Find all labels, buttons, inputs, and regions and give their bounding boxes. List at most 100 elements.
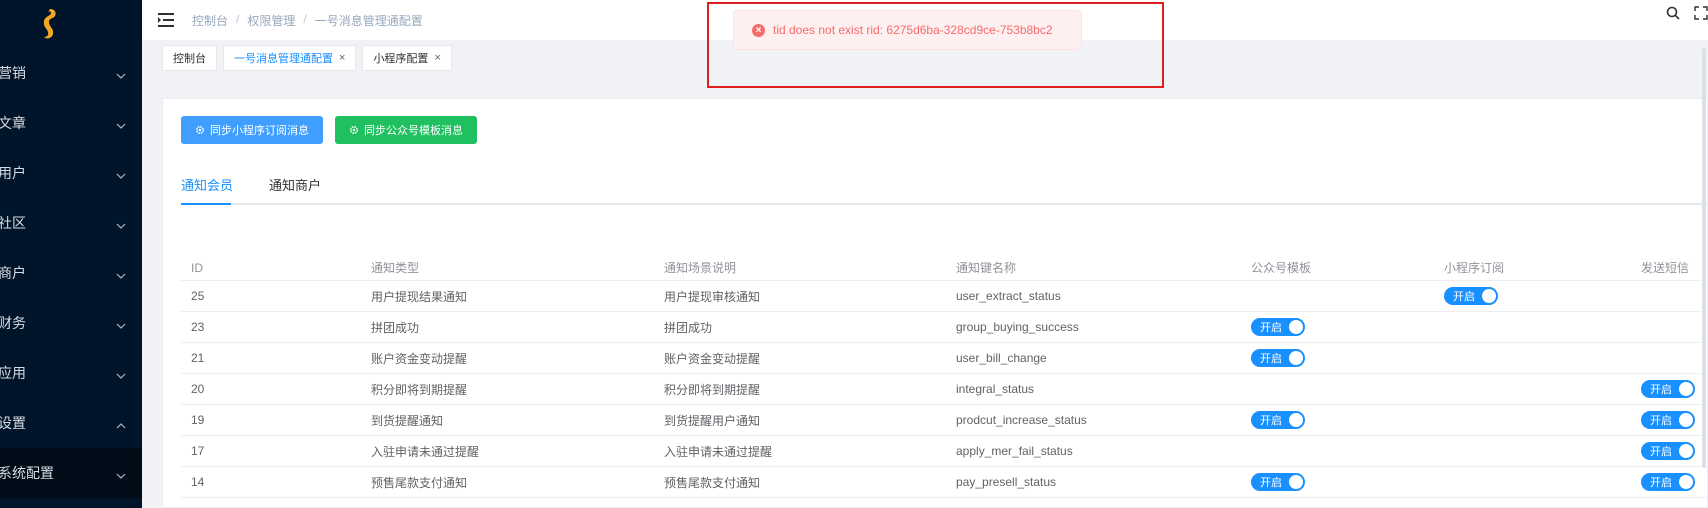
chevron-down-icon	[116, 318, 126, 329]
official-template-toggle[interactable]: 开启	[1251, 318, 1305, 336]
sidebar-item-marketing[interactable]: 营销	[0, 48, 142, 98]
sidebar-item-community[interactable]: 社区	[0, 198, 142, 248]
table-cell: 拼团成功	[371, 320, 420, 335]
table-row: 20 积分即将到期提醒 积分即将到期提醒 integral_status 开启	[181, 374, 1707, 405]
toggle-label: 开启	[1260, 415, 1282, 427]
button-label: 同步公众号模板消息	[364, 125, 463, 137]
table-cell: 开启	[1631, 411, 1707, 429]
table-cell: apply_mer_fail_status	[956, 444, 1073, 458]
table-row: 17 入驻申请未通过提醒 入驻申请未通过提醒 apply_mer_fail_statu…	[181, 436, 1707, 467]
breadcrumb-item[interactable]: 权限管理	[247, 12, 295, 29]
table-cell: user_bill_change	[956, 351, 1047, 365]
toggle-label: 开启	[1650, 477, 1672, 489]
sidebar-item-apps[interactable]: 应用	[0, 348, 142, 398]
table-cell: 预售尾款支付通知	[664, 475, 761, 490]
tag-label: 控制台	[173, 53, 206, 65]
table-row: 14 预售尾款支付通知 预售尾款支付通知 pay_presell_status 开启 开启	[181, 467, 1707, 498]
sms-toggle[interactable]: 开启	[1641, 380, 1695, 398]
column-header: 通知场景说明	[664, 261, 737, 275]
table-cell: 14	[191, 475, 205, 489]
table-cell: 积分即将到期提醒	[371, 382, 468, 397]
gear-icon	[349, 125, 359, 135]
chevron-up-icon	[116, 418, 126, 429]
search-icon[interactable]	[1666, 6, 1680, 20]
table-cell: 开启	[1241, 349, 1434, 367]
table-cell: 积分即将到期提醒	[664, 382, 761, 397]
official-template-toggle[interactable]: 开启	[1251, 349, 1305, 367]
tabs: 通知会员 通知商户	[181, 163, 1707, 205]
toggle-label: 开启	[1650, 415, 1672, 427]
toggle-label: 开启	[1453, 291, 1475, 303]
logo[interactable]	[0, 0, 142, 48]
menu-fold-icon[interactable]	[158, 13, 174, 27]
mini-program-toggle[interactable]: 开启	[1444, 287, 1498, 305]
tag-message-config[interactable]: 一号消息管理通配置 ×	[223, 45, 357, 71]
sms-toggle[interactable]: 开启	[1641, 411, 1695, 429]
main-panel: 同步小程序订阅消息 同步公众号模板消息 通知会员 通知商户 ID 通知类型 通知…	[162, 98, 1708, 508]
table-cell: 23	[191, 320, 205, 334]
breadcrumb: 控制台 / 权限管理 / 一号消息管理通配置	[192, 12, 423, 29]
sms-toggle[interactable]: 开启	[1641, 473, 1695, 491]
toggle-knob	[1289, 475, 1303, 489]
scrollbar[interactable]	[1702, 48, 1706, 468]
gear-icon	[195, 125, 205, 135]
tag-dashboard[interactable]: 控制台	[162, 45, 217, 71]
table-cell: 25	[191, 289, 205, 303]
tag-label: 一号消息管理通配置	[234, 53, 333, 65]
sync-official-account-button[interactable]: 同步公众号模板消息	[335, 116, 477, 144]
table-cell: 20	[191, 382, 205, 396]
tab-notify-merchants[interactable]: 通知商户	[269, 175, 321, 194]
table-cell: 入驻申请未通过提醒	[664, 444, 773, 459]
table-cell: group_buying_success	[956, 320, 1079, 334]
tab-notify-members[interactable]: 通知会员	[181, 175, 233, 194]
sidebar-item-finance[interactable]: 财务	[0, 298, 142, 348]
official-template-toggle[interactable]: 开启	[1251, 411, 1305, 429]
toggle-knob	[1679, 413, 1693, 427]
toggle-knob	[1679, 444, 1693, 458]
column-header: 公众号模板	[1251, 261, 1312, 275]
toggle-knob	[1679, 382, 1693, 396]
sidebar-item-label: 系统配置	[0, 465, 54, 481]
tag-mini-program-config[interactable]: 小程序配置 ×	[362, 45, 452, 71]
close-icon[interactable]: ×	[434, 52, 440, 64]
sidebar-item-label: 营销	[0, 65, 26, 81]
sidebar-item-label: 财务	[0, 315, 26, 331]
table-cell: pay_presell_status	[956, 475, 1057, 489]
toggle-label: 开启	[1260, 322, 1282, 334]
sms-toggle[interactable]: 开启	[1641, 442, 1695, 460]
sidebar: 营销 文章 用户 社区 商户 财务 应用 设置 系统配置	[0, 0, 142, 508]
fullscreen-icon[interactable]	[1694, 6, 1708, 20]
toggle-label: 开启	[1650, 384, 1672, 396]
table-cell: 用户提现结果通知	[371, 289, 468, 304]
table-cell: 到货提醒通知	[371, 413, 444, 428]
official-template-toggle[interactable]: 开启	[1251, 473, 1305, 491]
button-label: 同步小程序订阅消息	[210, 125, 309, 137]
sidebar-item-users[interactable]: 用户	[0, 148, 142, 198]
close-icon[interactable]: ×	[339, 52, 345, 64]
notification-table: ID 通知类型 通知场景说明 通知键名称 公众号模板 小程序订阅 发送短信 25…	[181, 255, 1707, 498]
table-header: ID 通知类型 通知场景说明 通知键名称 公众号模板 小程序订阅 发送短信	[181, 255, 1707, 281]
highlight-box	[707, 2, 1164, 88]
sidebar-item-label: 文章	[0, 115, 26, 131]
sidebar-item-articles[interactable]: 文章	[0, 98, 142, 148]
sidebar-item-system-config[interactable]: 系统配置	[0, 448, 142, 498]
toggle-knob	[1289, 320, 1303, 334]
table-cell: 21	[191, 351, 205, 365]
table-cell: 入驻申请未通过提醒	[371, 444, 480, 459]
breadcrumb-item[interactable]: 控制台	[192, 12, 228, 29]
sidebar-item-label: 商户	[0, 265, 26, 281]
column-header: 发送短信	[1641, 261, 1690, 275]
sync-mini-program-button[interactable]: 同步小程序订阅消息	[181, 116, 323, 144]
sidebar-item-settings[interactable]: 设置	[0, 398, 142, 448]
toggle-label: 开启	[1260, 477, 1282, 489]
sidebar-item-label: 应用	[0, 365, 26, 381]
table-cell: 开启	[1241, 318, 1434, 336]
table-cell: user_extract_status	[956, 289, 1061, 303]
chevron-down-icon	[116, 68, 126, 79]
table-cell: 用户提现审核通知	[664, 289, 761, 304]
table-row: 19 到货提醒通知 到货提醒用户通知 prodcut_increase_status 开…	[181, 405, 1707, 436]
table-row: 21 账户资金变动提醒 账户资金变动提醒 user_bill_change 开启	[181, 343, 1707, 374]
sidebar-item-merchants[interactable]: 商户	[0, 248, 142, 298]
table-cell: 预售尾款支付通知	[371, 475, 468, 490]
header-actions	[1666, 0, 1708, 26]
